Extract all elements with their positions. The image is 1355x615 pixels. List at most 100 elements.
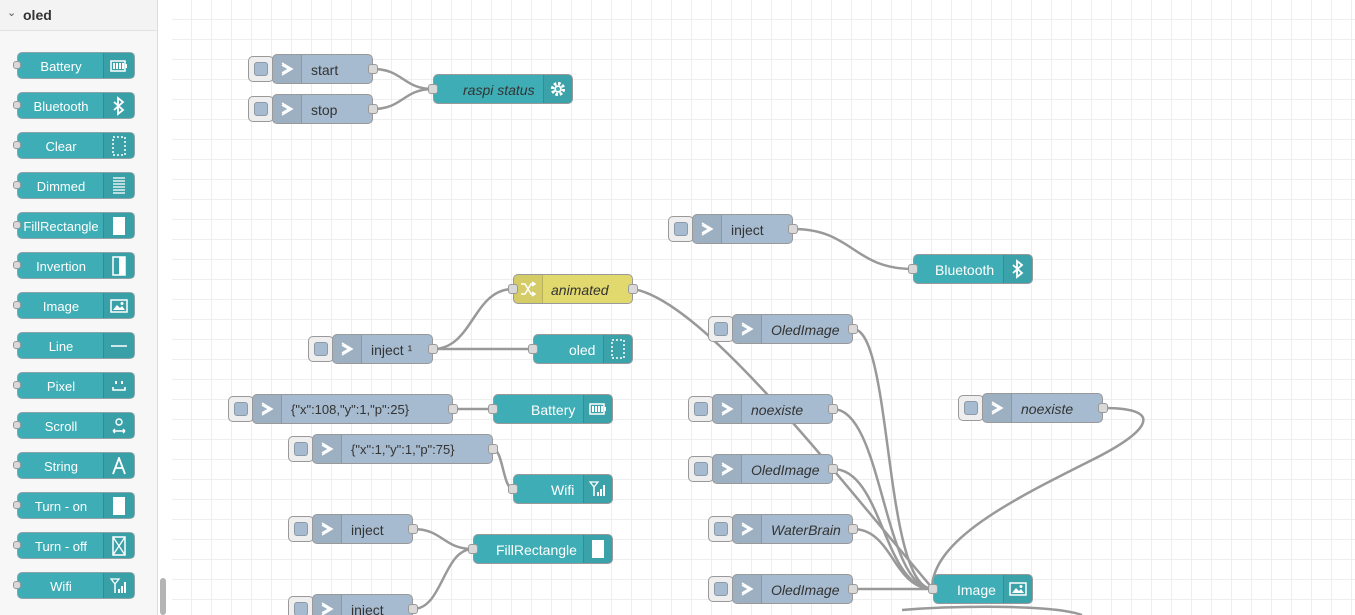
palette-node-dimmed[interactable]: Dimmed bbox=[13, 172, 135, 199]
oled-clear-node[interactable]: oled bbox=[533, 334, 633, 364]
inject-trigger-button[interactable] bbox=[708, 516, 734, 542]
inject-node-start[interactable]: start bbox=[272, 54, 373, 84]
node-input-port[interactable] bbox=[508, 484, 518, 494]
palette-node-label: Image bbox=[42, 299, 80, 314]
node-output-port[interactable] bbox=[408, 524, 418, 534]
palette-node-bluetooth[interactable]: Bluetooth bbox=[13, 92, 135, 119]
palette-node-string[interactable]: String bbox=[13, 452, 135, 479]
wifi-node[interactable]: Wifi bbox=[513, 474, 613, 504]
inject-trigger-button[interactable] bbox=[288, 436, 314, 462]
node-output-port[interactable] bbox=[848, 584, 858, 594]
inject-node-noexiste[interactable]: noexiste bbox=[712, 394, 833, 424]
inject-node-waterbrain[interactable]: WaterBrain bbox=[732, 514, 853, 544]
node-input-port[interactable] bbox=[908, 264, 918, 274]
palette-node-turn-off[interactable]: Turn - off bbox=[13, 532, 135, 559]
fill-rectangle-icon bbox=[103, 213, 134, 238]
palette-node-wifi[interactable]: Wifi bbox=[13, 572, 135, 599]
node-output-port[interactable] bbox=[368, 104, 378, 114]
node-label: raspi status bbox=[463, 82, 535, 98]
inject-node[interactable]: inject bbox=[312, 514, 413, 544]
image-node[interactable]: Image bbox=[933, 574, 1033, 604]
palette-node-turn-on[interactable]: Turn - on bbox=[13, 492, 135, 519]
node-output-port[interactable] bbox=[448, 404, 458, 414]
node-input-port[interactable] bbox=[468, 544, 478, 554]
palette-node-scroll[interactable]: Scroll bbox=[13, 412, 135, 439]
palette-node-line[interactable]: Line bbox=[13, 332, 135, 359]
node-input-port[interactable] bbox=[528, 344, 538, 354]
palette-node-label: String bbox=[44, 459, 78, 474]
clear-icon bbox=[103, 133, 134, 158]
inject-node[interactable]: inject bbox=[692, 214, 793, 244]
palette-node-label: Wifi bbox=[50, 579, 72, 594]
palette-node-clear[interactable]: Clear bbox=[13, 132, 135, 159]
node-output-port[interactable] bbox=[788, 224, 798, 234]
inject-trigger-button[interactable] bbox=[708, 576, 734, 602]
inject-node-oledimage[interactable]: OledImage bbox=[732, 314, 853, 344]
node-label: inject ¹ bbox=[371, 342, 413, 358]
wifi-icon bbox=[583, 475, 612, 503]
palette-node-fillrectangle[interactable]: FillRectangle bbox=[13, 212, 135, 239]
node-input-port[interactable] bbox=[928, 584, 938, 594]
palette-node-pixel[interactable]: Pixel bbox=[13, 372, 135, 399]
inject-trigger-button[interactable] bbox=[668, 216, 694, 242]
battery-node[interactable]: Battery bbox=[493, 394, 613, 424]
inject-node-1[interactable]: inject ¹ bbox=[332, 334, 433, 364]
node-label: Wifi bbox=[551, 482, 575, 498]
palette-node-label: Turn - off bbox=[34, 539, 88, 554]
arrow-in-icon bbox=[313, 595, 342, 615]
node-output-port[interactable] bbox=[848, 524, 858, 534]
wire bbox=[372, 67, 434, 91]
palette-category-header[interactable]: ⌄ oled bbox=[0, 0, 157, 31]
node-output-port[interactable] bbox=[488, 444, 498, 454]
node-input-port[interactable] bbox=[508, 284, 518, 294]
node-label: animated bbox=[551, 282, 609, 298]
node-output-port[interactable] bbox=[408, 604, 418, 614]
node-output-port[interactable] bbox=[828, 464, 838, 474]
inject-trigger-button[interactable] bbox=[288, 516, 314, 542]
palette-scrollbar[interactable] bbox=[160, 578, 166, 615]
node-output-port[interactable] bbox=[428, 344, 438, 354]
flow-workspace[interactable]: start stop raspi status inject Bluetooth… bbox=[172, 0, 1355, 615]
fill-rectangle-node[interactable]: FillRectangle bbox=[473, 534, 613, 564]
inject-node-oledimage[interactable]: OledImage bbox=[732, 574, 853, 604]
node-output-port[interactable] bbox=[368, 64, 378, 74]
inject-trigger-button[interactable] bbox=[248, 56, 274, 82]
inject-node-stop[interactable]: stop bbox=[272, 94, 373, 124]
image-icon bbox=[103, 293, 134, 318]
palette-node-image[interactable]: Image bbox=[13, 292, 135, 319]
arrow-in-icon bbox=[713, 395, 742, 423]
wifi-icon bbox=[103, 573, 134, 598]
node-input-port[interactable] bbox=[428, 84, 438, 94]
inject-trigger-button[interactable] bbox=[958, 395, 984, 421]
palette-node-invertion[interactable]: Invertion bbox=[13, 252, 135, 279]
inject-trigger-button[interactable] bbox=[228, 396, 254, 422]
palette-node-battery[interactable]: Battery bbox=[13, 52, 135, 79]
wire bbox=[901, 605, 1083, 615]
inject-node-noexiste[interactable]: noexiste bbox=[982, 393, 1103, 423]
node-label: inject bbox=[351, 522, 384, 538]
turn-on-icon bbox=[103, 493, 134, 518]
node-label: stop bbox=[311, 102, 338, 118]
node-label: noexiste bbox=[751, 402, 804, 418]
bluetooth-node[interactable]: Bluetooth bbox=[913, 254, 1033, 284]
inject-trigger-button[interactable] bbox=[248, 96, 274, 122]
arrow-in-icon bbox=[713, 455, 742, 483]
inject-trigger-button[interactable] bbox=[308, 336, 334, 362]
node-output-port[interactable] bbox=[828, 404, 838, 414]
node-input-port[interactable] bbox=[488, 404, 498, 414]
inject-node-wifi[interactable]: {"x":1,"y":1,"p":75} bbox=[312, 434, 493, 464]
inject-trigger-button[interactable] bbox=[688, 456, 714, 482]
node-output-port[interactable] bbox=[848, 324, 858, 334]
inject-trigger-button[interactable] bbox=[708, 316, 734, 342]
change-node-animated[interactable]: animated bbox=[513, 274, 633, 304]
inject-node[interactable]: inject bbox=[312, 594, 413, 615]
chevron-down-icon[interactable]: ⌄ bbox=[7, 6, 16, 19]
node-label: oled bbox=[569, 342, 596, 358]
inject-node-battery[interactable]: {"x":108,"y":1,"p":25} bbox=[252, 394, 453, 424]
node-output-port[interactable] bbox=[1098, 403, 1108, 413]
node-output-port[interactable] bbox=[628, 284, 638, 294]
inject-node-oledimage[interactable]: OledImage bbox=[712, 454, 833, 484]
raspi-status-node[interactable]: raspi status bbox=[433, 74, 573, 104]
inject-trigger-button[interactable] bbox=[688, 396, 714, 422]
inject-trigger-button[interactable] bbox=[288, 596, 314, 615]
